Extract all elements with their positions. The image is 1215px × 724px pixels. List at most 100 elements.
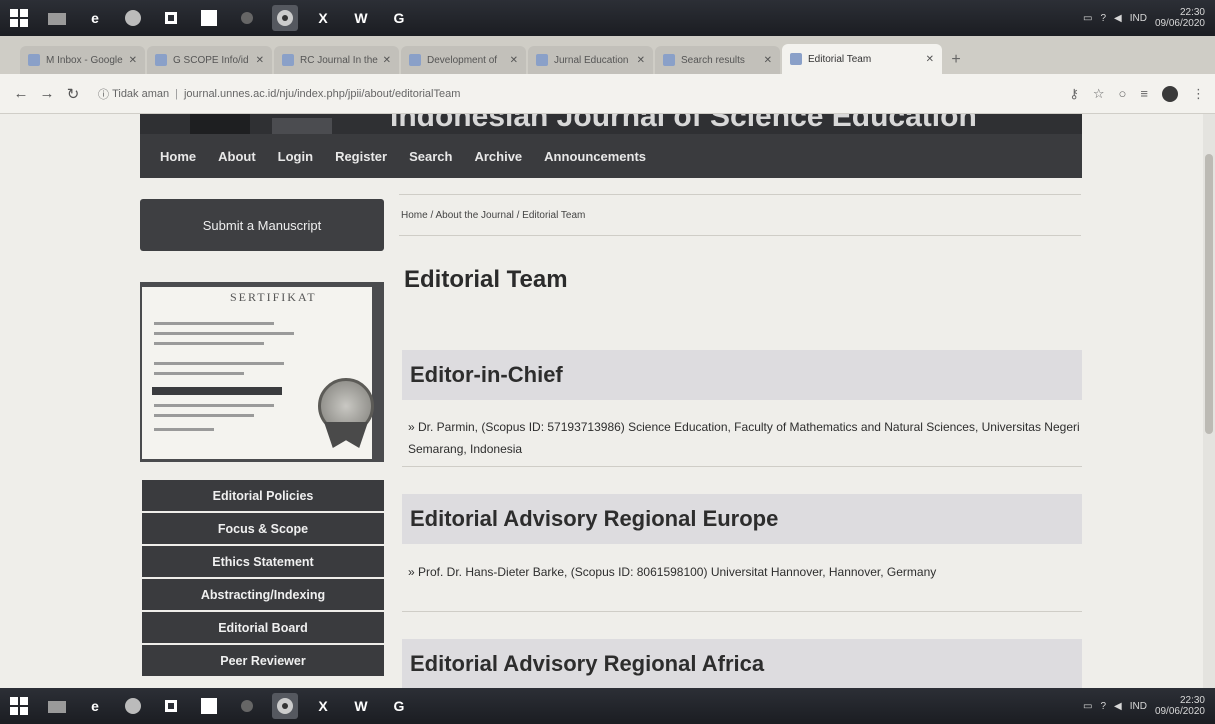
volume-icon[interactable]: ◀ bbox=[1114, 701, 1122, 712]
certificate-title: SERTIFIKAT bbox=[230, 290, 317, 304]
language-indicator[interactable]: IND bbox=[1130, 13, 1147, 24]
nav-login[interactable]: Login bbox=[278, 149, 313, 164]
divider bbox=[402, 611, 1082, 612]
page-scrollbar[interactable] bbox=[1203, 114, 1215, 688]
side-menu-focus-scope[interactable]: Focus & Scope bbox=[142, 513, 384, 546]
url-text: journal.unnes.ac.id/nju/index.php/jpii/a… bbox=[183, 87, 461, 100]
app-icon[interactable] bbox=[234, 693, 260, 719]
site-logo-part bbox=[272, 118, 332, 134]
avatar[interactable] bbox=[1162, 85, 1178, 102]
info-icon[interactable]: ⓘ bbox=[98, 86, 109, 102]
forward-arrow-icon[interactable]: → bbox=[36, 85, 58, 102]
close-icon[interactable]: ✕ bbox=[764, 55, 772, 66]
site-logo bbox=[190, 114, 250, 134]
key-icon[interactable]: ⚷ bbox=[1069, 86, 1079, 102]
certificate-bar bbox=[152, 387, 282, 395]
close-icon[interactable]: ✕ bbox=[383, 55, 391, 66]
scrollbar-thumb[interactable] bbox=[1205, 154, 1213, 434]
new-tab-button[interactable]: + bbox=[944, 46, 968, 74]
browser-tab[interactable]: RC Journal In the BU✕ bbox=[274, 46, 399, 74]
file-explorer-icon[interactable] bbox=[44, 693, 70, 719]
certificate-image[interactable]: SERTIFIKAT bbox=[140, 282, 384, 462]
language-indicator[interactable]: IND bbox=[1130, 701, 1147, 712]
section-heading-advisory-europe: Editorial Advisory Regional Europe bbox=[402, 494, 1082, 544]
close-icon[interactable]: ✕ bbox=[637, 55, 645, 66]
chrome-icon[interactable] bbox=[272, 5, 298, 31]
browser-tab[interactable]: M Inbox - Google ✕ bbox=[20, 46, 145, 74]
media-icon[interactable] bbox=[120, 5, 146, 31]
site-title: Indonesian Journal of Science Education bbox=[390, 114, 977, 133]
back-arrow-icon[interactable]: ← bbox=[10, 85, 32, 102]
help-icon[interactable]: ? bbox=[1100, 701, 1106, 712]
tab-favicon-icon bbox=[663, 54, 675, 66]
nav-register[interactable]: Register bbox=[335, 149, 387, 164]
side-menu-peer-reviewer[interactable]: Peer Reviewer bbox=[142, 645, 384, 678]
menu-dots-icon[interactable]: ⋮ bbox=[1192, 86, 1205, 102]
file-explorer-icon[interactable] bbox=[44, 5, 70, 31]
help-icon[interactable]: ? bbox=[1100, 13, 1106, 24]
submit-manuscript-button[interactable]: Submit a Manuscript bbox=[140, 199, 384, 251]
keyboard-icon[interactable]: ▭ bbox=[1083, 701, 1092, 712]
certificate-line bbox=[154, 404, 274, 407]
grammarly-icon[interactable]: G bbox=[386, 5, 412, 31]
clock[interactable]: 22:30 09/06/2020 bbox=[1155, 7, 1205, 29]
windows-start-icon[interactable] bbox=[6, 5, 32, 31]
keyboard-icon[interactable]: ▭ bbox=[1083, 13, 1092, 24]
side-menu-ethics-statement[interactable]: Ethics Statement bbox=[142, 546, 384, 579]
browser-tab-active[interactable]: Editorial Team ✕ bbox=[782, 44, 942, 74]
side-menu-editorial-board[interactable]: Editorial Board bbox=[142, 612, 384, 645]
ie-browser-icon[interactable]: e bbox=[82, 5, 108, 31]
certificate-line bbox=[154, 332, 294, 335]
store-icon[interactable] bbox=[196, 5, 222, 31]
tab-favicon-icon bbox=[790, 53, 802, 65]
close-icon[interactable]: ✕ bbox=[926, 54, 934, 65]
certificate-line bbox=[154, 428, 214, 431]
side-menu-abstracting-indexing[interactable]: Abstracting/Indexing bbox=[142, 579, 384, 612]
app-icon[interactable] bbox=[234, 5, 260, 31]
side-menu: Editorial Policies Focus & Scope Ethics … bbox=[142, 480, 384, 678]
browser-tab[interactable]: Development of ✕ bbox=[401, 46, 526, 74]
volume-icon[interactable]: ◀ bbox=[1114, 13, 1122, 24]
breadcrumb[interactable]: Home / About the Journal / Editorial Tea… bbox=[399, 194, 1081, 236]
browser-tab[interactable]: G SCOPE Info/id ✕ bbox=[147, 46, 272, 74]
reading-list-icon[interactable]: ≡ bbox=[1140, 86, 1148, 101]
excel-icon[interactable]: X bbox=[310, 693, 336, 719]
nav-announcements[interactable]: Announcements bbox=[544, 149, 646, 164]
ie-browser-icon[interactable]: e bbox=[82, 693, 108, 719]
close-icon[interactable]: ✕ bbox=[129, 55, 137, 66]
excel-icon[interactable]: X bbox=[310, 5, 336, 31]
office-icon[interactable] bbox=[158, 693, 184, 719]
nav-archive[interactable]: Archive bbox=[474, 149, 522, 164]
system-tray: ▭ ? ◀ IND 22:30 09/06/2020 bbox=[1083, 695, 1215, 717]
side-menu-editorial-policies[interactable]: Editorial Policies bbox=[142, 480, 384, 513]
nav-search[interactable]: Search bbox=[409, 149, 452, 164]
extension-icon[interactable]: ○ bbox=[1119, 86, 1127, 101]
office-icon[interactable] bbox=[158, 5, 184, 31]
store-icon[interactable] bbox=[196, 693, 222, 719]
url-field[interactable]: ⓘ Tidak aman | journal.unnes.ac.id/nju/i… bbox=[98, 80, 1060, 107]
browser-tab[interactable]: Jurnal Education ✕ bbox=[528, 46, 653, 74]
nav-home[interactable]: Home bbox=[160, 149, 196, 164]
chrome-icon[interactable] bbox=[272, 693, 298, 719]
reload-icon[interactable]: ↻ bbox=[62, 85, 84, 103]
certificate-line bbox=[154, 372, 244, 375]
section-heading-editor-in-chief: Editor-in-Chief bbox=[402, 350, 1082, 400]
word-icon[interactable]: W bbox=[348, 693, 374, 719]
windows-start-icon[interactable] bbox=[6, 693, 32, 719]
close-icon[interactable]: ✕ bbox=[256, 55, 264, 66]
grammarly-icon[interactable]: G bbox=[386, 693, 412, 719]
media-icon[interactable] bbox=[120, 693, 146, 719]
divider bbox=[402, 466, 1082, 467]
certificate-line bbox=[154, 322, 274, 325]
page-title: Editorial Team bbox=[404, 266, 568, 293]
close-icon[interactable]: ✕ bbox=[510, 55, 518, 66]
section-body-advisory-europe: » Prof. Dr. Hans-Dieter Barke, (Scopus I… bbox=[408, 565, 937, 579]
word-icon[interactable]: W bbox=[348, 5, 374, 31]
certificate-line bbox=[154, 362, 284, 365]
clock[interactable]: 22:30 09/06/2020 bbox=[1155, 695, 1205, 717]
nav-about[interactable]: About bbox=[218, 149, 256, 164]
browser-tab[interactable]: Search results ✕ bbox=[655, 46, 780, 74]
certificate-line bbox=[154, 342, 264, 345]
bookmark-star-icon[interactable]: ☆ bbox=[1093, 86, 1105, 102]
section-heading-advisory-africa: Editorial Advisory Regional Africa bbox=[402, 639, 1082, 688]
